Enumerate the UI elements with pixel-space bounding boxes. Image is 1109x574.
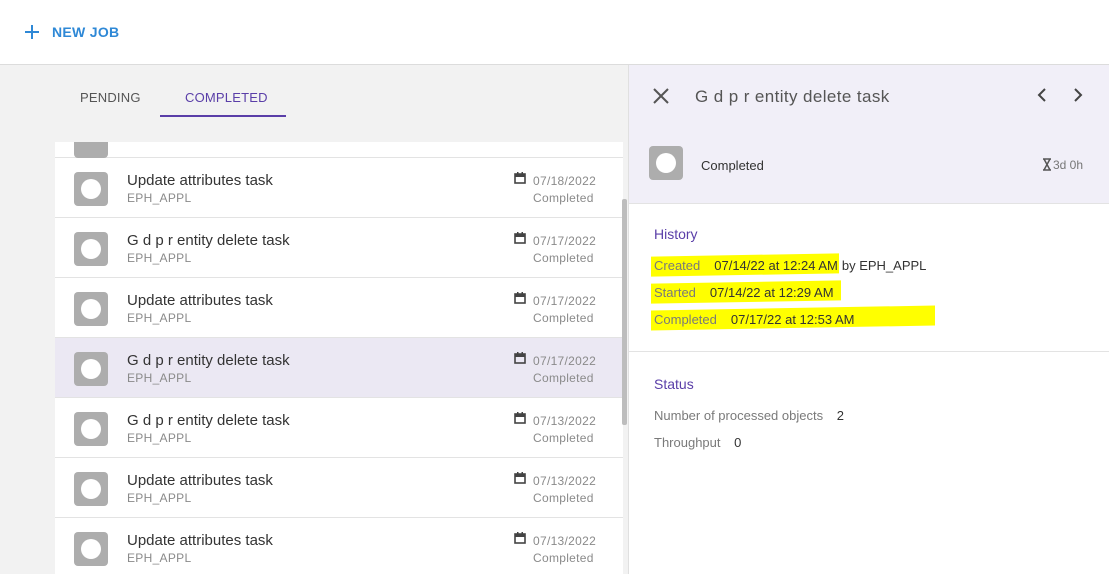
- processed-label: Number of processed objects: [654, 408, 824, 423]
- job-owner: EPH_APPL: [127, 551, 192, 565]
- job-date: 07/18/2022: [533, 174, 597, 188]
- list-item[interactable]: Update attributes task EPH_APPL 07/17/20…: [55, 278, 623, 338]
- job-owner: EPH_APPL: [127, 491, 192, 505]
- job-status: Completed: [533, 191, 594, 205]
- job-thumbnail: [74, 172, 108, 206]
- section-divider: [629, 351, 1109, 352]
- list-scrollbar[interactable]: [622, 199, 627, 425]
- started-label: Started: [654, 284, 696, 300]
- job-status: Completed: [533, 371, 594, 385]
- job-thumbnail: [74, 472, 108, 506]
- job-owner: EPH_APPL: [127, 431, 192, 445]
- calendar-icon: [514, 532, 526, 544]
- history-completed: Completed 07/17/22 at 12:53 AM: [651, 305, 935, 331]
- job-thumbnail: [74, 532, 108, 566]
- job-title: Update attributes task: [127, 172, 273, 189]
- job-title: Update attributes task: [127, 292, 273, 309]
- detail-status: Completed: [701, 158, 764, 173]
- detail-title: G d p r entity delete task: [695, 87, 890, 106]
- job-status: Completed: [533, 431, 594, 445]
- created-value: 07/14/22 at 12:24 AM: [714, 257, 838, 273]
- job-owner: EPH_APPL: [127, 371, 192, 385]
- top-toolbar: NEW JOB: [0, 0, 1109, 65]
- job-title: Update attributes task: [127, 472, 273, 489]
- job-date: 07/13/2022: [533, 534, 597, 548]
- processed-objects-row: Number of processed objects 2: [654, 408, 844, 423]
- list-item[interactable]: Update attributes task EPH_APPL 07/13/20…: [55, 518, 623, 574]
- list-item[interactable]: Update attributes task EPH_APPL 07/13/20…: [55, 458, 623, 518]
- job-owner: EPH_APPL: [127, 311, 192, 325]
- job-date: 07/13/2022: [533, 474, 597, 488]
- job-title: G d p r entity delete task: [127, 412, 290, 429]
- job-date: 07/17/2022: [533, 294, 597, 308]
- tab-pending[interactable]: PENDING: [80, 90, 141, 105]
- list-item[interactable]: Update attributes task EPH_APPL 07/18/20…: [55, 158, 623, 218]
- job-status: Completed: [533, 491, 594, 505]
- calendar-icon: [514, 172, 526, 184]
- job-status: Completed: [533, 311, 594, 325]
- job-status: Completed: [533, 551, 594, 565]
- completed-label: Completed: [654, 311, 717, 327]
- plus-icon: [25, 25, 39, 39]
- active-tab-indicator: [160, 115, 286, 117]
- job-owner: EPH_APPL: [127, 251, 192, 265]
- created-label: Created: [654, 257, 701, 273]
- job-detail-pane: G d p r entity delete task Completed 3d …: [628, 65, 1109, 574]
- calendar-icon: [514, 412, 526, 424]
- list-item[interactable]: G d p r entity delete task EPH_APPL 07/1…: [55, 218, 623, 278]
- list-item-partial[interactable]: [55, 142, 623, 158]
- job-title: G d p r entity delete task: [127, 352, 290, 369]
- job-title: G d p r entity delete task: [127, 232, 290, 249]
- history-created: Created 07/14/22 at 12:24 AM by EPH_APPL: [651, 253, 927, 277]
- new-job-label: NEW JOB: [52, 24, 120, 40]
- duration-value: 3d 0h: [1053, 158, 1084, 172]
- job-date: 07/17/2022: [533, 234, 597, 248]
- throughput-value: 0: [734, 435, 742, 450]
- detail-thumbnail: [649, 146, 683, 180]
- job-thumbnail: [74, 142, 108, 158]
- started-value: 07/14/22 at 12:29 AM: [709, 284, 834, 300]
- job-status: Completed: [533, 251, 594, 265]
- history-heading: History: [654, 226, 698, 242]
- job-thumbnail: [74, 352, 108, 386]
- calendar-icon: [514, 472, 526, 484]
- completed-value: 07/17/22 at 12:53 AM: [730, 311, 855, 327]
- job-date: 07/13/2022: [533, 414, 597, 428]
- tab-completed[interactable]: COMPLETED: [185, 90, 268, 105]
- calendar-icon: [514, 352, 526, 364]
- calendar-icon: [514, 292, 526, 304]
- hourglass-icon: [1043, 158, 1051, 171]
- detail-header: G d p r entity delete task Completed 3d …: [629, 65, 1109, 204]
- job-thumbnail: [74, 412, 108, 446]
- chevron-left-icon[interactable]: [1035, 87, 1051, 103]
- list-item-selected[interactable]: G d p r entity delete task EPH_APPL 07/1…: [55, 338, 623, 398]
- calendar-icon: [514, 232, 526, 244]
- job-date: 07/17/2022: [533, 354, 597, 368]
- job-owner: EPH_APPL: [127, 191, 192, 205]
- job-title: Update attributes task: [127, 532, 273, 549]
- close-icon[interactable]: [652, 87, 670, 105]
- throughput-row: Throughput 0: [654, 435, 741, 450]
- status-heading: Status: [654, 376, 694, 392]
- job-list-pane: PENDING COMPLETED Update attributes task…: [0, 65, 628, 574]
- list-item[interactable]: G d p r entity delete task EPH_APPL 07/1…: [55, 398, 623, 458]
- new-job-button[interactable]: NEW JOB: [24, 20, 119, 44]
- job-list: Update attributes task EPH_APPL 07/18/20…: [55, 142, 623, 574]
- created-by: by EPH_APPL: [841, 257, 927, 273]
- chevron-right-icon[interactable]: [1069, 87, 1085, 103]
- throughput-label: Throughput: [654, 435, 721, 450]
- job-thumbnail: [74, 232, 108, 266]
- job-thumbnail: [74, 292, 108, 326]
- processed-value: 2: [836, 408, 844, 423]
- history-started: Started 07/14/22 at 12:29 AM: [651, 280, 841, 304]
